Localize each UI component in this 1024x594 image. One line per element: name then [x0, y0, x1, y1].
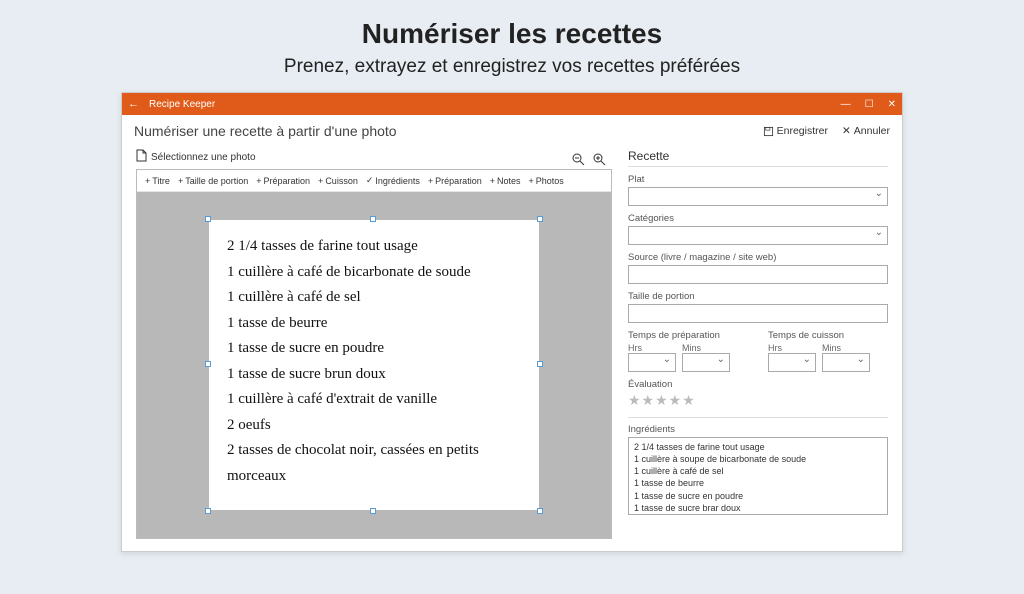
- cancel-button[interactable]: ✕ Annuler: [842, 125, 890, 137]
- cook-time-label: Temps de cuisson: [768, 330, 888, 341]
- add-titre-button[interactable]: +Titre: [145, 175, 170, 186]
- mins-label: Mins: [822, 343, 870, 353]
- portion-label: Taille de portion: [628, 291, 888, 302]
- plus-icon: +: [145, 176, 150, 186]
- crop-handle[interactable]: [205, 508, 211, 514]
- crop-handle[interactable]: [205, 361, 211, 367]
- crop-handle[interactable]: [537, 216, 543, 222]
- recipe-line: 1 tasse de sucre brun doux: [227, 362, 521, 388]
- cancel-label: Annuler: [854, 125, 890, 137]
- plus-icon: +: [490, 176, 495, 186]
- ingredient-line: 1 tasse de sucre en poudre: [634, 490, 882, 502]
- page-title: Numériser une recette à partir d'une pho…: [134, 123, 763, 139]
- recipe-line: 1 cuillère à café d'extrait de vanille: [227, 387, 521, 413]
- source-label: Source (livre / magazine / site web): [628, 252, 888, 263]
- extract-toolbar: +Titre +Taille de portion +Préparation +…: [137, 170, 611, 192]
- ingredient-line: 1 tasse de beurre: [634, 477, 882, 489]
- zoom-out-button[interactable]: [572, 153, 585, 169]
- source-input[interactable]: [628, 265, 888, 284]
- save-icon: [763, 126, 774, 137]
- crop-handle[interactable]: [205, 216, 211, 222]
- ingredient-line: 1 cuillère à soupe de bicarbonate de sou…: [634, 453, 882, 465]
- categories-label: Catégories: [628, 213, 888, 224]
- recipe-line: 1 tasse de sucre en poudre: [227, 336, 521, 362]
- categories-select[interactable]: [628, 226, 888, 245]
- save-label: Enregistrer: [777, 125, 828, 137]
- cook-mins-select[interactable]: [822, 353, 870, 372]
- prep-mins-select[interactable]: [682, 353, 730, 372]
- zoom-in-button[interactable]: [593, 153, 606, 169]
- mins-label: Mins: [682, 343, 730, 353]
- promo-title: Numériser les recettes: [0, 18, 1024, 50]
- recipe-line: 1 cuillère à café de sel: [227, 285, 521, 311]
- check-icon: ✓: [366, 175, 374, 186]
- add-taille-button[interactable]: +Taille de portion: [178, 175, 248, 186]
- save-button[interactable]: Enregistrer: [763, 125, 828, 137]
- recipe-line: 2 tasses de chocolat noir, cassées en pe…: [227, 438, 521, 489]
- plus-icon: +: [318, 176, 323, 186]
- portion-input[interactable]: [628, 304, 888, 323]
- add-photos-button[interactable]: +Photos: [528, 175, 563, 186]
- ingredient-line: 2 1/4 tasses de farine tout usage: [634, 441, 882, 453]
- crop-handle[interactable]: [537, 508, 543, 514]
- add-ingredients-button[interactable]: ✓Ingrédients: [366, 175, 420, 186]
- add-cuisson-button[interactable]: +Cuisson: [318, 175, 358, 186]
- cook-hrs-select[interactable]: [768, 353, 816, 372]
- add-notes-button[interactable]: +Notes: [490, 175, 521, 186]
- add-prep-button[interactable]: +Préparation: [256, 175, 310, 186]
- photo-area: +Titre +Taille de portion +Préparation +…: [136, 169, 612, 539]
- recipe-form: Recette Plat Catégories Source (livre / …: [622, 143, 902, 549]
- ingredient-line: 1 cuillère à café d'extrait de vanille: [634, 514, 882, 515]
- titlebar: ← Recipe Keeper — ☐ ✕: [122, 93, 902, 115]
- form-section-title: Recette: [628, 149, 888, 167]
- hrs-label: Hrs: [628, 343, 676, 353]
- plus-icon: +: [256, 176, 261, 186]
- maximize-button[interactable]: ☐: [865, 99, 874, 110]
- app-title: Recipe Keeper: [149, 99, 841, 110]
- prep-hrs-select[interactable]: [628, 353, 676, 372]
- recipe-line: 2 oeufs: [227, 413, 521, 439]
- plat-select[interactable]: [628, 187, 888, 206]
- plus-icon: +: [528, 176, 533, 186]
- rating-label: Évaluation: [628, 379, 888, 390]
- prep-time-label: Temps de préparation: [628, 330, 748, 341]
- ingredients-textarea[interactable]: 2 1/4 tasses de farine tout usage 1 cuil…: [628, 437, 888, 515]
- hrs-label: Hrs: [768, 343, 816, 353]
- plus-icon: +: [178, 176, 183, 186]
- add-prep2-button[interactable]: +Préparation: [428, 175, 482, 186]
- crop-handle[interactable]: [537, 361, 543, 367]
- scanned-photo[interactable]: 2 1/4 tasses de farine tout usage 1 cuil…: [209, 220, 539, 510]
- scan-panel: Sélectionnez une photo +Titre +Taille de…: [122, 143, 622, 549]
- recipe-line: 1 tasse de beurre: [227, 311, 521, 337]
- app-window: ← Recipe Keeper — ☐ ✕ Numériser une rece…: [121, 92, 903, 552]
- rating-stars[interactable]: ★★★★★: [628, 392, 888, 409]
- back-button[interactable]: ←: [128, 98, 139, 110]
- photo-canvas[interactable]: 2 1/4 tasses de farine tout usage 1 cuil…: [137, 192, 611, 538]
- close-icon: ✕: [842, 125, 851, 137]
- plus-icon: +: [428, 176, 433, 186]
- crop-handle[interactable]: [370, 508, 376, 514]
- ingredient-line: 1 tasse de sucre brar doux: [634, 502, 882, 514]
- minimize-button[interactable]: —: [841, 99, 851, 110]
- promo-subtitle: Prenez, extrayez et enregistrez vos rece…: [0, 56, 1024, 78]
- ingredient-line: 1 cuillère à café de sel: [634, 465, 882, 477]
- close-button[interactable]: ✕: [888, 99, 896, 110]
- page-header: Numériser une recette à partir d'une pho…: [122, 115, 902, 143]
- recipe-line: 2 1/4 tasses de farine tout usage: [227, 234, 521, 260]
- recipe-line: 1 cuillère à café de bicarbonate de soud…: [227, 260, 521, 286]
- plat-label: Plat: [628, 174, 888, 185]
- ingredients-label: Ingrédients: [628, 417, 888, 435]
- crop-handle[interactable]: [370, 216, 376, 222]
